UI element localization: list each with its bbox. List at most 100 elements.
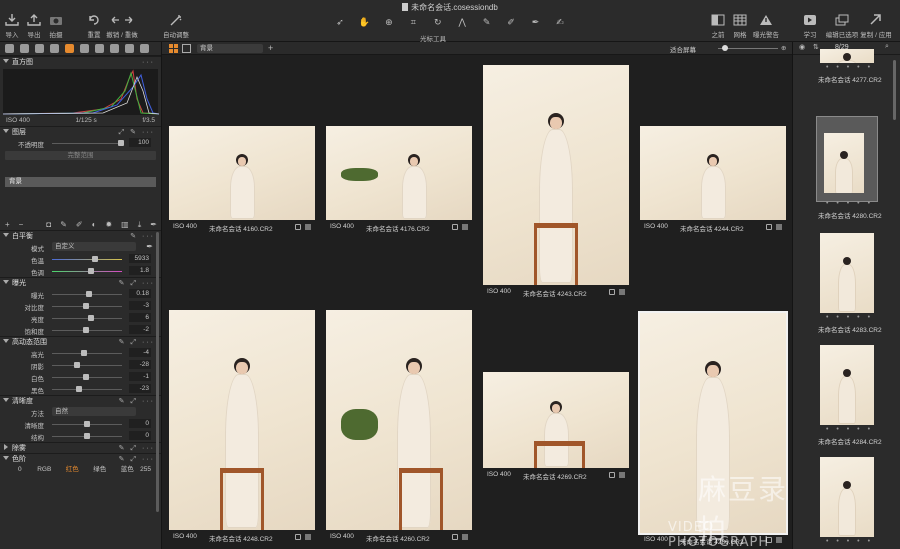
filmstrip-scrollbar[interactable] (893, 60, 896, 120)
levels-low-value[interactable]: 0 (18, 464, 22, 475)
rating-stars[interactable]: • • • • • (826, 538, 873, 545)
local-adjust-tab-icon[interactable] (95, 44, 104, 53)
add-layer-icon[interactable]: + (5, 220, 10, 229)
photo-preview[interactable] (169, 126, 315, 220)
exposure-warning-button[interactable]: 曝光警告 (746, 14, 786, 39)
mask-icon[interactable]: ◘ (46, 220, 51, 229)
slider-knob[interactable] (722, 45, 728, 51)
slider-value[interactable]: -3 (129, 301, 151, 310)
rotate-tool-icon[interactable]: ↻ (428, 16, 448, 28)
clarity-method-select[interactable]: 自然 (52, 407, 136, 416)
keystone-tool-icon[interactable]: ⋀ (452, 16, 472, 28)
rating-stars[interactable]: • • • • • (826, 64, 873, 71)
fill-range-button[interactable]: 完整范围 (5, 151, 156, 160)
exposure-header[interactable]: 曝光 ✎ ⤢ ··· (0, 277, 161, 288)
slider-knob[interactable] (81, 350, 87, 356)
slider-value[interactable]: -1 (129, 372, 151, 381)
tab-blue[interactable]: 蓝色 (121, 464, 134, 475)
temp-slider[interactable] (52, 256, 122, 262)
photo-preview[interactable] (483, 65, 629, 285)
tab-green[interactable]: 绿色 (93, 464, 106, 475)
zoom-slider[interactable] (718, 45, 778, 51)
tab-rgb[interactable]: RGB (37, 464, 51, 475)
select-checkbox[interactable] (609, 472, 615, 478)
slider-knob[interactable] (76, 386, 82, 392)
slider-value[interactable]: 0.18 (129, 289, 151, 298)
eye-icon[interactable]: ◉ (799, 43, 805, 51)
rating-stars[interactable]: • • • • • (826, 314, 873, 321)
tab-red[interactable]: 红色 (66, 464, 79, 475)
picker-tool-icon[interactable]: ✒ (526, 16, 546, 28)
adjust-slider[interactable] (52, 350, 122, 356)
left-scrollbar[interactable] (156, 232, 159, 512)
opacity-slider[interactable] (52, 140, 124, 146)
grid-view-icon[interactable] (169, 44, 178, 53)
select-cursor-icon[interactable]: ➶ (330, 16, 350, 28)
slider-value[interactable]: -4 (129, 348, 151, 357)
slider-knob[interactable] (88, 268, 94, 274)
layers-header[interactable]: 图层 ⤢ ✎ ··· (0, 126, 161, 137)
opacity-value[interactable]: 100 (129, 138, 151, 147)
slider-knob[interactable] (84, 433, 90, 439)
adjust-slider[interactable] (52, 433, 122, 439)
brush-icon[interactable]: ✎ (60, 220, 67, 229)
photo-preview[interactable] (326, 126, 472, 220)
undo-redo-button[interactable]: 撤销 / 重做 (102, 14, 142, 39)
zoom-in-icon[interactable]: ⊕ (781, 44, 786, 52)
adjust-slider[interactable] (52, 421, 122, 427)
slider-value[interactable]: 0 (129, 431, 151, 440)
adjust-slider[interactable] (52, 315, 122, 321)
wb-picker-icon[interactable]: ✒ (146, 242, 153, 251)
brush-tool-icon[interactable]: ✎ (477, 16, 497, 28)
adjust-slider[interactable] (52, 362, 122, 368)
clarity-header[interactable]: 清晰度 ✎ ⤢ ··· (0, 395, 161, 406)
filter-icon[interactable]: ⌕ (885, 43, 889, 51)
crop-tool-icon[interactable]: ⌗ (403, 16, 423, 28)
fit-to-screen-label[interactable]: 适合屏幕 (670, 44, 696, 54)
adjust-slider[interactable] (52, 291, 122, 297)
slider-knob[interactable] (74, 362, 80, 368)
slider-knob[interactable] (86, 291, 92, 297)
histogram-header[interactable]: 直方图 ··· (0, 56, 161, 67)
settings-tab-icon[interactable] (140, 44, 149, 53)
slider-value[interactable]: 0 (129, 419, 151, 428)
pan-hand-icon[interactable]: ✋ (354, 16, 374, 28)
heal-tool-icon[interactable]: ✐ (501, 16, 521, 28)
photo-preview[interactable] (640, 126, 786, 220)
filmstrip-photo[interactable] (820, 457, 874, 537)
capture-tab-icon[interactable] (20, 44, 29, 53)
slider-value[interactable]: -28 (129, 360, 151, 369)
rating-stars[interactable]: • • • • • (826, 426, 873, 433)
download-icon[interactable]: ⤓ (138, 220, 142, 229)
adjust-slider[interactable] (52, 386, 122, 392)
background-layer[interactable]: 背景 (5, 177, 156, 187)
adjust-slider[interactable] (52, 303, 122, 309)
levels-high-value[interactable]: 255 (140, 464, 151, 475)
adjust-slider[interactable] (52, 374, 122, 380)
select-checkbox[interactable] (295, 224, 301, 230)
select-checkbox[interactable] (452, 534, 458, 540)
hdr-header[interactable]: 高动态范围 ✎ ⤢ ··· (0, 336, 161, 347)
exposure-tab-icon[interactable] (65, 44, 74, 53)
auto-adjust-button[interactable]: 自动调整 (156, 14, 196, 39)
slider-knob[interactable] (88, 315, 94, 321)
filmstrip-photo[interactable] (824, 133, 864, 193)
filmstrip-photo[interactable] (820, 233, 874, 313)
slider-knob[interactable] (118, 140, 124, 146)
wb-mode-select[interactable]: 自定义 (52, 242, 136, 251)
tint-slider[interactable] (52, 268, 122, 274)
capture-button[interactable]: 拍摄 (36, 14, 76, 39)
photo-preview[interactable] (326, 310, 472, 530)
select-checkbox[interactable] (295, 534, 301, 540)
more-icon[interactable]: ··· (142, 57, 155, 68)
filmstrip-photo[interactable] (820, 49, 874, 63)
slider-value[interactable]: 6 (129, 313, 151, 322)
slider-value[interactable]: -23 (129, 384, 151, 393)
filmstrip-photo[interactable] (820, 345, 874, 425)
output-tab-icon[interactable] (125, 44, 134, 53)
zoom-tool-icon[interactable]: ⊕ (379, 16, 399, 28)
tint-value[interactable]: 1.8 (129, 266, 151, 275)
slider-value[interactable]: -2 (129, 325, 151, 334)
gradient-icon[interactable]: ◐ (92, 220, 97, 229)
color-tab-icon[interactable] (50, 44, 59, 53)
